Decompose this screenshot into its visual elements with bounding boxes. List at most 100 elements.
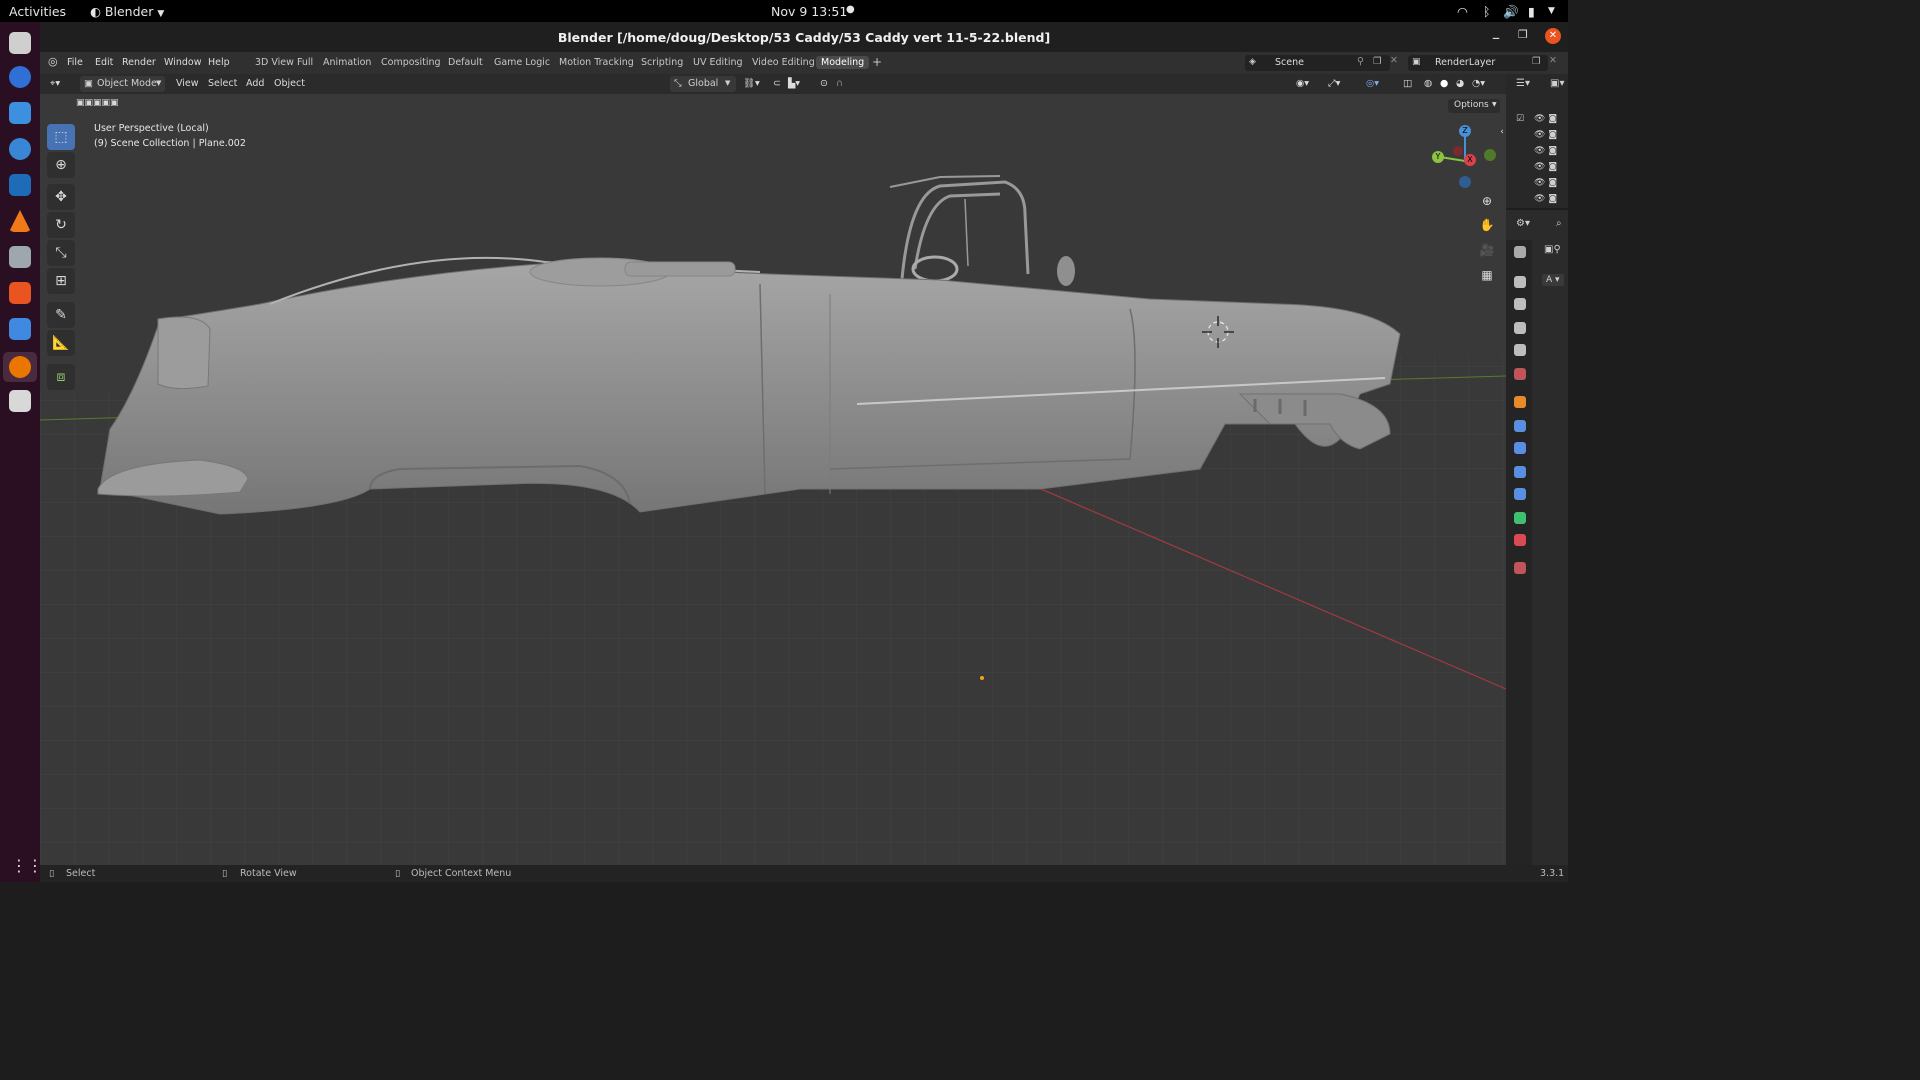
pin-icon[interactable]: ⚲	[1357, 56, 1364, 67]
eye-icon[interactable]: 👁	[1534, 146, 1545, 156]
tab-modeling[interactable]: Modeling	[816, 56, 870, 69]
world-tab-icon[interactable]	[1514, 368, 1526, 380]
outliner-row[interactable]: 👁 ◙	[1534, 194, 1564, 208]
pan-hand-icon[interactable]: ✋	[1477, 215, 1497, 235]
gizmo-toggle-icon[interactable]: ⤢▾	[1328, 78, 1340, 89]
properties-collapsed-dropdown[interactable]: A ▾	[1542, 274, 1564, 286]
physics-tab-icon[interactable]	[1514, 466, 1526, 478]
gizmo-y-axis[interactable]: Y	[1432, 151, 1444, 163]
annotate-tool-icon[interactable]: ✎	[47, 302, 75, 328]
delete-scene-icon[interactable]: ✕	[1390, 55, 1398, 66]
material-tab-icon[interactable]	[1514, 534, 1526, 546]
tab-scripting[interactable]: Scripting	[641, 57, 683, 68]
options-dropdown[interactable]: Options ▼	[1448, 99, 1500, 113]
gizmo-x-axis[interactable]: X	[1464, 154, 1476, 166]
screenshot-icon[interactable]	[9, 102, 31, 124]
camera-view-icon[interactable]: 🎥	[1477, 240, 1497, 260]
camera-icon[interactable]: ◙	[1548, 178, 1557, 188]
menu-object[interactable]: Object	[274, 78, 305, 89]
help-icon[interactable]	[9, 138, 31, 160]
xray-icon[interactable]: ◫	[1403, 78, 1412, 89]
proportional-edit-icon[interactable]: ⊙	[820, 78, 828, 89]
minimize-icon[interactable]: –	[1492, 28, 1500, 47]
blender-logo-icon[interactable]: ◎	[48, 55, 58, 68]
software-icon[interactable]	[9, 282, 31, 304]
pivot-point-icon[interactable]: ⛓▾	[743, 78, 760, 89]
overlays-icon[interactable]: ◎▾	[1366, 78, 1379, 89]
scene-selector[interactable]: ◈ Scene ⚲ ❐	[1245, 55, 1390, 71]
sidebar-toggle-chevron-icon[interactable]: ‹	[1492, 122, 1506, 142]
delete-layer-icon[interactable]: ✕	[1549, 55, 1557, 66]
visibility-icon[interactable]: ◉▾	[1296, 78, 1309, 89]
measure-tool-icon[interactable]: 📐	[47, 330, 75, 356]
output-tab-icon[interactable]	[1514, 298, 1526, 310]
select-box-tool-icon[interactable]: ⬚	[47, 124, 75, 150]
outliner-display-mode-icon[interactable]: ▣▾	[1550, 78, 1564, 89]
outliner-row[interactable]: 👁 ◙	[1534, 162, 1564, 176]
add-workspace-icon[interactable]: +	[872, 55, 882, 69]
texture-tab-icon[interactable]	[1514, 562, 1526, 574]
thunderbird-icon[interactable]	[9, 174, 31, 196]
tool-tab-icon[interactable]	[1514, 246, 1526, 258]
outliner-row[interactable]: 👁 ◙	[1534, 146, 1564, 160]
camera-icon[interactable]: ◙	[1548, 194, 1557, 204]
tab-animation[interactable]: Animation	[323, 57, 371, 68]
mode-dropdown[interactable]: ▣ Object Mode ▼	[80, 76, 165, 92]
vlc-icon[interactable]	[9, 210, 31, 232]
eye-icon[interactable]: 👁	[1534, 114, 1545, 124]
snap-icon[interactable]: ⊂	[773, 78, 781, 89]
tab-compositing[interactable]: Compositing	[381, 57, 441, 68]
transform-orientation-dropdown[interactable]: ⤡ Global ▼	[670, 76, 736, 92]
menu-help[interactable]: Help	[208, 57, 230, 68]
render-tab-icon[interactable]	[1514, 276, 1526, 288]
camera-icon[interactable]: ◙	[1548, 146, 1557, 156]
gizmo-z-axis[interactable]: Z	[1459, 125, 1471, 137]
eye-icon[interactable]: 👁	[1534, 162, 1545, 172]
scale-tool-icon[interactable]: ⤡	[47, 240, 75, 266]
camera-icon[interactable]: ◙	[1548, 114, 1557, 124]
3d-viewport[interactable]: ▣▣▣▣▣ ⬚ ⊕ ✥ ↻ ⤡ ⊞ ✎ 📐 ⧈ User Perspective…	[40, 94, 1506, 865]
rotate-tool-icon[interactable]: ↻	[47, 212, 75, 238]
tab-motion-tracking[interactable]: Motion Tracking	[559, 57, 634, 68]
menu-window[interactable]: Window	[164, 57, 201, 68]
tab-default[interactable]: Default	[448, 57, 483, 68]
battery-icon[interactable]: ▮	[1528, 4, 1535, 19]
volume-icon[interactable]: 🔊	[1503, 4, 1519, 20]
new-layer-icon[interactable]: ❐	[1532, 56, 1541, 67]
outliner-row[interactable]: 👁 ◙	[1534, 130, 1564, 144]
close-icon[interactable]: ✕	[1545, 28, 1561, 44]
eye-icon[interactable]: 👁	[1534, 194, 1545, 204]
cursor-tool-icon[interactable]: ⊕	[47, 152, 75, 178]
add-cube-tool-icon[interactable]: ⧈	[47, 364, 75, 390]
clock[interactable]: Nov 9 13:51	[771, 4, 847, 19]
new-scene-icon[interactable]: ❐	[1373, 56, 1382, 67]
perspective-toggle-icon[interactable]: ▦	[1477, 265, 1497, 285]
files-icon[interactable]	[9, 32, 31, 54]
material-shading-icon[interactable]: ◕	[1456, 78, 1464, 89]
select-mode-icons[interactable]: ▣▣▣▣▣	[76, 96, 151, 110]
snap-target-icon[interactable]: ▙▾	[788, 78, 800, 89]
data-tab-icon[interactable]	[1514, 512, 1526, 524]
camera-icon[interactable]: ◙	[1548, 130, 1557, 140]
menu-select[interactable]: Select	[208, 78, 237, 89]
navigation-gizmo[interactable]: Z Y X	[1430, 124, 1500, 194]
maximize-icon[interactable]: ❐	[1518, 28, 1528, 41]
zoom-icon[interactable]: ⊕	[1477, 191, 1497, 211]
menu-view[interactable]: View	[176, 78, 199, 89]
menu-edit[interactable]: Edit	[95, 57, 113, 68]
camera-icon[interactable]: ◙	[1548, 162, 1557, 172]
bluetooth-icon[interactable]: ᛒ	[1483, 4, 1491, 19]
object-tab-icon[interactable]	[1514, 396, 1526, 408]
drive-icon[interactable]	[9, 246, 31, 268]
pin-icon[interactable]: ▣⚲	[1544, 244, 1561, 255]
tab-3d-view-full[interactable]: 3D View Full	[255, 57, 313, 68]
checkbox-icon[interactable]: ☑	[1516, 114, 1524, 124]
menu-file[interactable]: File	[67, 57, 83, 68]
app-grid-icon[interactable]: ⋮⋮	[11, 856, 43, 875]
system-menu-chevron-icon[interactable]: ▼	[1548, 6, 1555, 16]
tab-video-editing[interactable]: Video Editing	[752, 57, 815, 68]
constraints-tab-icon[interactable]	[1514, 488, 1526, 500]
activities-button[interactable]: Activities	[9, 4, 66, 19]
scene-tab-icon[interactable]	[1514, 344, 1526, 356]
outliner-row[interactable]: 👁 ◙	[1534, 178, 1564, 192]
